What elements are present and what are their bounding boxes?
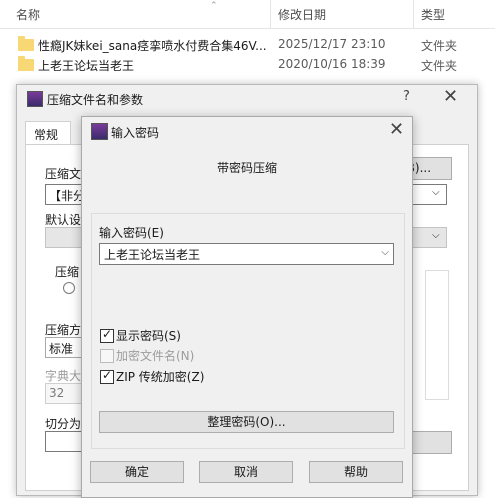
help-icon[interactable]: ? bbox=[403, 89, 410, 104]
file-name: 上老王论坛当老王 bbox=[38, 59, 135, 73]
folder-icon bbox=[18, 56, 34, 71]
show-password-checkbox[interactable] bbox=[100, 327, 114, 343]
chevron-down-icon: ⌵ bbox=[432, 187, 440, 198]
password-input[interactable]: 上老王论坛当老王 ⌵ bbox=[99, 243, 394, 265]
dictionary-label: 字典大 bbox=[45, 369, 82, 383]
chevron-down-icon: ⌵ bbox=[432, 230, 440, 241]
column-divider bbox=[413, 0, 414, 28]
profile-label: 默认设 bbox=[45, 213, 82, 227]
tab-label: 常规 bbox=[34, 128, 59, 142]
options-group bbox=[425, 270, 449, 400]
organize-passwords-button[interactable]: 整理密码(O)... bbox=[99, 411, 394, 433]
list-item[interactable]: 上老王论坛当老王 2020/10/16 18:39 文件夹 bbox=[0, 54, 495, 76]
sort-chevron-icon: ⌃ bbox=[210, 1, 218, 11]
column-date[interactable]: 修改日期 bbox=[278, 6, 326, 23]
ok-button[interactable]: 确定 bbox=[90, 461, 184, 483]
dialog-title: 压缩文件名和参数 bbox=[47, 93, 144, 107]
password-label: 输入密码(E) bbox=[99, 226, 164, 240]
show-password-label[interactable]: 显示密码(S) bbox=[116, 327, 181, 344]
cancel-button[interactable]: 取消 bbox=[199, 461, 293, 483]
close-icon[interactable]: ✕ bbox=[443, 86, 458, 107]
file-name: 性瘾JK妹kei_sana痉挛喷水付费合集46V... bbox=[38, 39, 267, 53]
chevron-down-icon[interactable]: ⌵ bbox=[381, 247, 389, 258]
method-value: 标准 bbox=[49, 342, 74, 356]
update-mode-label: 压缩 bbox=[55, 265, 80, 279]
help-button[interactable]: 帮助 bbox=[309, 461, 403, 483]
encrypt-names-label[interactable]: 加密文件名(N) bbox=[116, 347, 194, 364]
column-header: ⌃ 名称 修改日期 类型 bbox=[0, 0, 495, 29]
password-value: 上老王论坛当老王 bbox=[104, 248, 201, 262]
zip-legacy-label[interactable]: ZIP 传统加密(Z) bbox=[116, 368, 204, 385]
winrar-icon bbox=[91, 123, 108, 140]
file-type: 文件夹 bbox=[421, 59, 458, 73]
encrypt-names-checkbox[interactable] bbox=[100, 349, 114, 363]
method-label: 压缩方 bbox=[45, 323, 82, 337]
update-mode-radio[interactable] bbox=[63, 282, 75, 294]
zip-legacy-checkbox[interactable] bbox=[100, 368, 114, 384]
close-icon[interactable]: ✕ bbox=[389, 119, 404, 140]
folder-icon bbox=[18, 36, 34, 51]
archive-name-value: 【非分 bbox=[49, 189, 86, 203]
split-label: 切分为 bbox=[45, 417, 82, 431]
column-divider bbox=[270, 0, 271, 28]
password-dialog: 输入密码 ✕ 带密码压缩 输入密码(E) 上老王论坛当老王 ⌵ 显示密码(S) … bbox=[81, 116, 413, 498]
tab-general[interactable]: 常规 bbox=[25, 121, 71, 146]
column-type[interactable]: 类型 bbox=[421, 6, 445, 23]
file-type: 文件夹 bbox=[421, 39, 458, 53]
file-date: 2020/10/16 18:39 bbox=[278, 57, 386, 71]
list-item[interactable]: 性瘾JK妹kei_sana痉挛喷水付费合集46V... 2025/12/17 2… bbox=[0, 34, 495, 56]
column-name[interactable]: 名称 bbox=[16, 6, 40, 23]
password-heading: 带密码压缩 bbox=[216, 161, 277, 175]
file-date: 2025/12/17 23:10 bbox=[278, 37, 386, 51]
winrar-icon bbox=[27, 91, 43, 107]
archive-name-label: 压缩文 bbox=[45, 167, 82, 181]
dialog-title: 输入密码 bbox=[111, 126, 160, 140]
dictionary-value: 32 bbox=[49, 386, 65, 400]
